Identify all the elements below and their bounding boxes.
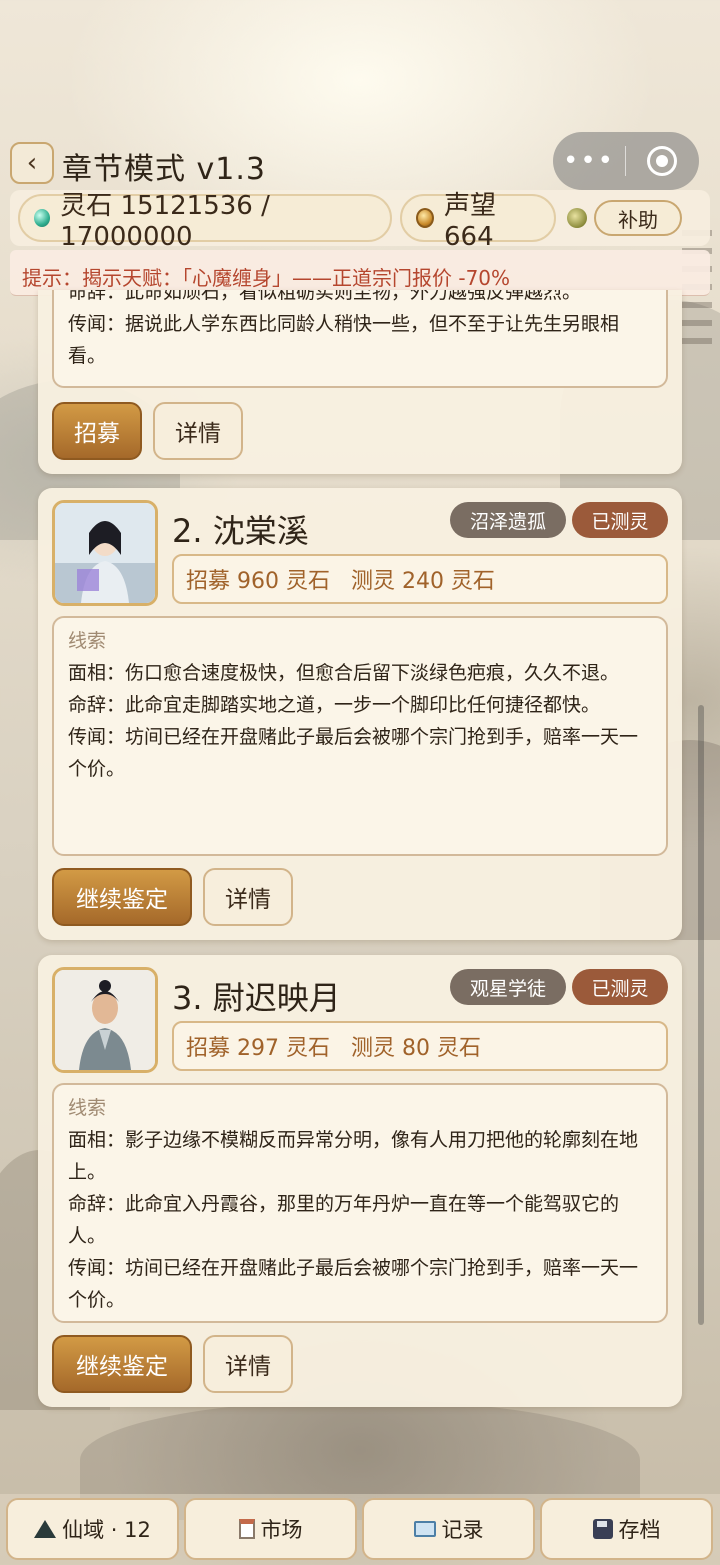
- status-badge: 已测灵: [572, 969, 668, 1005]
- page-title: 章节模式 v1.3: [62, 152, 266, 187]
- nav-records-label: 记录: [441, 1518, 484, 1542]
- candidate-avatar[interactable]: [52, 500, 158, 606]
- continue-appraise-button[interactable]: 继续鉴定: [52, 868, 192, 926]
- spirit-stone-icon: [34, 209, 51, 227]
- nav-records-button[interactable]: 记录: [362, 1498, 535, 1560]
- scrollbar[interactable]: [698, 705, 704, 1325]
- clue-fate: 命辞：此命宜走脚踏实地之道，一步一个脚印比任何捷径都快。: [68, 694, 601, 716]
- back-button[interactable]: ‹: [10, 142, 54, 184]
- mountain-icon: [34, 1520, 57, 1538]
- book-icon: [413, 1521, 436, 1537]
- mini-program-capsule: •••: [553, 132, 699, 190]
- close-capsule-button[interactable]: [626, 146, 698, 176]
- bottom-nav: 仙域 · 12 市场 记录 存档: [0, 1494, 720, 1565]
- nav-save-button[interactable]: 存档: [540, 1498, 713, 1560]
- subsidy-icon: [567, 208, 587, 228]
- nav-save-label: 存档: [618, 1518, 661, 1542]
- details-button[interactable]: 详情: [203, 1335, 293, 1393]
- details-button[interactable]: 详情: [153, 402, 243, 460]
- clues-box: 命辞：此命如顽石，看似粗砺实则至物，外力越强反弹越烈。 传闻：据说此人学东西比同…: [52, 290, 668, 388]
- nav-market-label: 市场: [260, 1518, 303, 1542]
- clue-fate: 命辞：此命宜入丹霞谷，那里的万年丹炉一直在等一个能驾驭它的人。: [68, 1193, 620, 1247]
- medal-icon: [416, 208, 434, 228]
- candidate-card-3: 3. 尉迟映月 观星学徒 已测灵 招募 297 灵石 测灵 80 灵石 线索 面…: [38, 955, 682, 1407]
- clue-rumor: 传闻：坊间已经在开盘赌此子最后会被哪个宗门抢到手，赔率一天一个价。: [68, 726, 639, 780]
- clue-rumor: 传闻：坊间已经在开盘赌此子最后会被哪个宗门抢到手，赔率一天一个价。: [68, 1257, 639, 1311]
- clues-box: 线索 面相：伤口愈合速度极快，但愈合后留下淡绿色疤痕，久久不退。 命辞：此命宜走…: [52, 616, 668, 856]
- clue-face: 面相：伤口愈合速度极快，但愈合后留下淡绿色疤痕，久久不退。: [68, 662, 620, 684]
- candidate-name: 3. 尉迟映月: [172, 979, 341, 1017]
- clue-rumor: 传闻：据说此人学东西比同龄人稍快一些，但不至于让先生另眼相看。: [68, 313, 620, 367]
- clue-face: 面相：影子边缘不模糊反而异常分明，像有人用刀把他的轮廓刻在地上。: [68, 1129, 639, 1183]
- details-button[interactable]: 详情: [203, 868, 293, 926]
- recruit-button[interactable]: 招募: [52, 402, 142, 460]
- nav-realm-button[interactable]: 仙域 · 12: [6, 1498, 179, 1560]
- origin-tag: 观星学徒: [450, 969, 566, 1005]
- clipboard-icon: [238, 1519, 255, 1539]
- clue-fate: 命辞：此命如顽石，看似粗砺实则至物，外力越强反弹越烈。: [68, 290, 582, 303]
- candidate-card-1: 命辞：此命如顽石，看似粗砺实则至物，外力越强反弹越烈。 传闻：据说此人学东西比同…: [38, 290, 682, 474]
- clues-box: 线索 面相：影子边缘不模糊反而异常分明，像有人用刀把他的轮廓刻在地上。 命辞：此…: [52, 1083, 668, 1323]
- status-badge: 已测灵: [572, 502, 668, 538]
- reputation-counter: 声望 664: [400, 191, 556, 252]
- origin-tag: 沼泽遗孤: [450, 502, 566, 538]
- nav-market-button[interactable]: 市场: [184, 1498, 357, 1560]
- cost-box: 招募 297 灵石 测灵 80 灵石: [172, 1021, 668, 1071]
- floppy-disk-icon: [592, 1519, 613, 1539]
- spirit-stone-label: 灵石 15121536 / 17000000: [60, 190, 270, 252]
- top-bar: ‹ 章节模式 v1.3 •••: [0, 132, 720, 190]
- subsidy-button[interactable]: 补助: [594, 200, 682, 236]
- clues-title: 线索: [68, 1097, 107, 1119]
- candidate-avatar[interactable]: [52, 967, 158, 1073]
- reputation-label: 声望 664: [443, 190, 496, 252]
- candidate-card-2: 2. 沈棠溪 沼泽遗孤 已测灵 招募 960 灵石 测灵 240 灵石 线索 面…: [38, 488, 682, 940]
- candidate-name: 2. 沈棠溪: [172, 512, 309, 550]
- continue-appraise-button[interactable]: 继续鉴定: [52, 1335, 192, 1393]
- chevron-left-icon: ‹: [26, 148, 38, 178]
- resource-bar: 灵石 15121536 / 17000000 声望 664 补助: [10, 190, 710, 252]
- nav-realm-label: 仙域 · 12: [62, 1518, 151, 1542]
- cost-box: 招募 960 灵石 测灵 240 灵石: [172, 554, 668, 604]
- more-menu-button[interactable]: •••: [553, 146, 625, 176]
- clues-title: 线索: [68, 630, 107, 652]
- target-icon: [647, 146, 677, 176]
- spirit-stone-counter: 灵石 15121536 / 17000000: [18, 191, 392, 252]
